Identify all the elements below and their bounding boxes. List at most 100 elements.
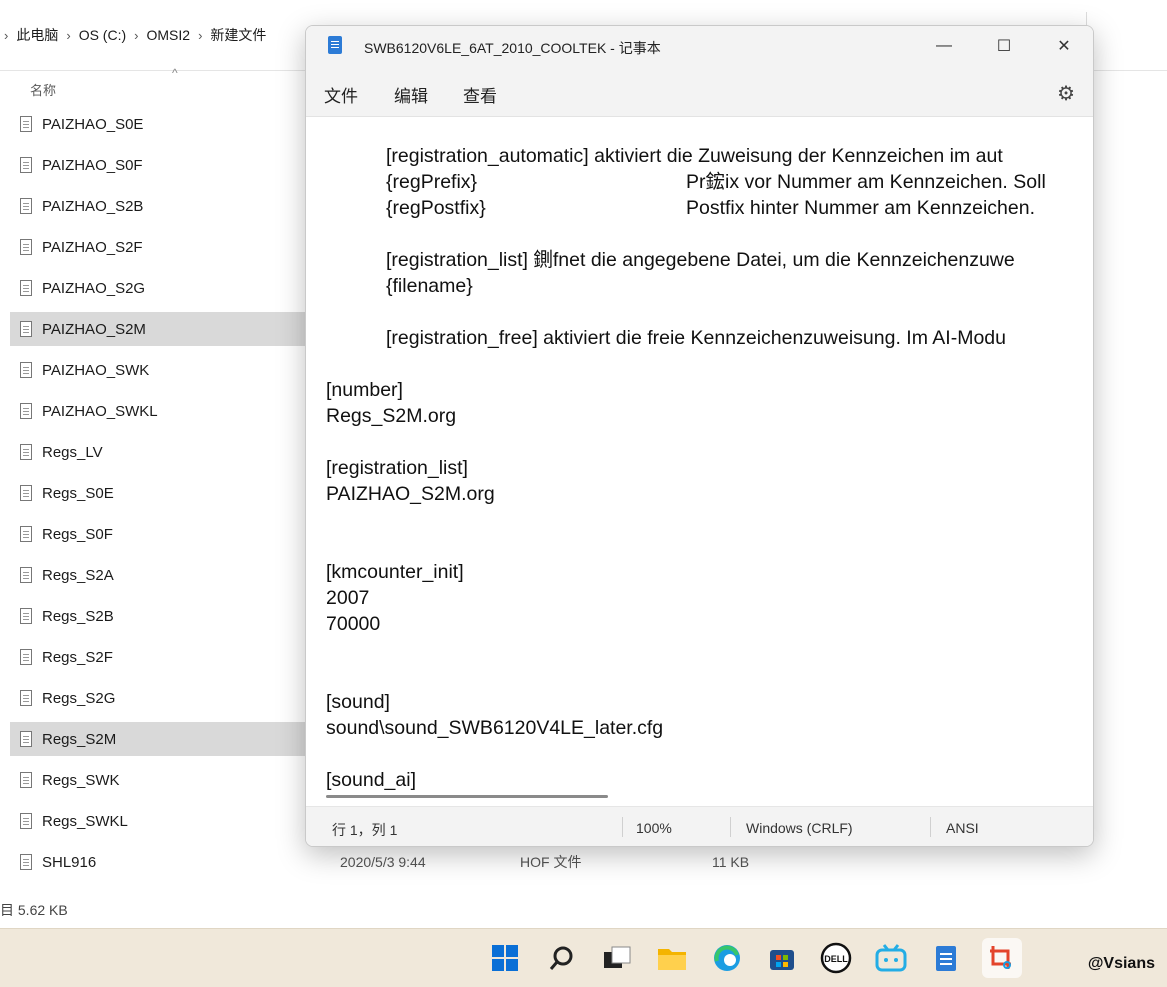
file-icon (20, 157, 32, 173)
file-icon (20, 854, 32, 870)
cursor-position: 行 1，列 1 (332, 822, 398, 838)
text-line: sound\sound_SWB6120V4LE_later.cfg (326, 717, 664, 739)
breadcrumb: › 此电脑 › OS (C:) › OMSI2 › 新建文件 (0, 24, 270, 46)
file-icon (20, 813, 32, 829)
window-title: SWB6120V6LE_6AT_2010_COOLTEK - 记事本 (364, 40, 661, 56)
status-divider (930, 817, 931, 837)
file-row[interactable]: Regs_S0F (10, 517, 310, 551)
search-icon[interactable] (545, 941, 579, 975)
file-name: Regs_S0F (42, 525, 113, 543)
maximize-icon: ☐ (996, 38, 1012, 55)
text-line: {regPrefix} (386, 171, 478, 193)
notepad-taskbar-icon[interactable] (929, 941, 963, 975)
file-name: Regs_SWKL (42, 812, 128, 830)
file-row[interactable]: Regs_S2A (10, 558, 310, 592)
chevron-right-icon: › (134, 27, 139, 43)
maximize-button[interactable]: ☐ (974, 26, 1034, 66)
explorer-status-text: 目 5.62 KB (0, 902, 68, 918)
taskbar: DELL @Vsians (0, 928, 1167, 987)
file-row[interactable]: Regs_S0E (10, 476, 310, 510)
file-name: PAIZHAO_S2G (42, 279, 146, 297)
file-row[interactable]: SHL916 (10, 845, 310, 879)
text-line: Postfix hinter Nummer am Kennzeichen. (686, 197, 1035, 219)
file-icon (20, 198, 32, 214)
encoding: ANSI (946, 820, 979, 836)
file-name: Regs_S2M (42, 730, 117, 748)
file-icon (20, 485, 32, 501)
file-row[interactable]: Regs_S2F (10, 640, 310, 674)
file-row[interactable]: Regs_S2G (10, 681, 310, 715)
menu-file[interactable]: 文件 (324, 82, 358, 107)
status-bar: 行 1，列 1 100% Windows (CRLF) ANSI (306, 806, 1093, 846)
file-row[interactable]: PAIZHAO_S2G (10, 271, 310, 305)
file-name: Regs_S0E (42, 484, 114, 502)
file-name: PAIZHAO_S0E (42, 115, 144, 133)
file-row[interactable]: Regs_S2B (10, 599, 310, 633)
status-divider (730, 817, 731, 837)
breadcrumb-item-omsi2[interactable]: OMSI2 (142, 27, 194, 43)
file-name: PAIZHAO_S0F (42, 156, 143, 174)
windows-start-icon[interactable] (488, 941, 522, 975)
chevron-right-icon: › (4, 27, 9, 43)
close-button[interactable]: ✕ (1034, 26, 1093, 66)
chevron-right-icon: › (198, 27, 203, 43)
file-row[interactable]: Regs_SWKL (10, 804, 310, 838)
breadcrumb-item-os-c[interactable]: OS (C:) (75, 27, 130, 43)
file-row[interactable]: PAIZHAO_S0F (10, 148, 310, 182)
snipping-tool-icon[interactable] (982, 938, 1022, 978)
watermark-text: @Vsians (1087, 955, 1155, 972)
settings-gear-icon[interactable]: ⚙ (1057, 81, 1075, 106)
horizontal-scrollbar[interactable] (326, 795, 608, 798)
file-name: SHL916 (42, 853, 97, 871)
file-type: HOF 文件 (520, 854, 582, 870)
file-row-selected[interactable]: PAIZHAO_S2M (10, 312, 310, 346)
text-editor-area[interactable]: [registration_automatic] aktiviert die Z… (306, 117, 1093, 805)
file-explorer-icon[interactable] (655, 941, 689, 975)
file-row[interactable]: PAIZHAO_S2F (10, 230, 310, 264)
microsoft-store-icon[interactable] (765, 941, 799, 975)
text-line: [registration_list] (326, 457, 468, 479)
file-icon (20, 403, 32, 419)
column-header-name[interactable]: 名称 (30, 80, 56, 99)
file-icon (20, 280, 32, 296)
text-line: [registration_automatic] aktiviert die Z… (386, 145, 1003, 167)
svg-text:DELL: DELL (824, 954, 848, 964)
text-line: {filename} (386, 275, 473, 297)
file-icon (20, 731, 32, 747)
file-row[interactable]: PAIZHAO_SWKL (10, 394, 310, 428)
file-row[interactable]: PAIZHAO_SWK (10, 353, 310, 387)
file-name: PAIZHAO_S2M (42, 320, 146, 338)
task-view-icon[interactable] (600, 941, 634, 975)
file-name: PAIZHAO_S2F (42, 238, 143, 256)
text-line: PAIZHAO_S2M.org (326, 483, 495, 505)
file-icon (20, 526, 32, 542)
file-name: PAIZHAO_S2B (42, 197, 144, 215)
file-row[interactable]: PAIZHAO_S0E (10, 107, 310, 141)
chevron-right-icon: › (66, 27, 71, 43)
file-row[interactable]: Regs_SWK (10, 763, 310, 797)
breadcrumb-item-new-folder[interactable]: 新建文件 (206, 25, 270, 45)
notepad-app-icon (328, 36, 342, 54)
file-row[interactable]: PAIZHAO_S2B (10, 189, 310, 223)
text-line: 70000 (326, 613, 381, 635)
edge-browser-icon[interactable] (710, 941, 744, 975)
file-size: 11 KB (712, 854, 750, 870)
title-bar[interactable]: SWB6120V6LE_6AT_2010_COOLTEK - 记事本 — ☐ ✕ (306, 26, 1093, 68)
menu-edit[interactable]: 编辑 (394, 82, 428, 107)
file-row-selected[interactable]: Regs_S2M (10, 722, 310, 756)
text-line: Regs_S2M.org (326, 405, 457, 427)
file-icon (20, 362, 32, 378)
dell-icon[interactable]: DELL (819, 941, 853, 975)
file-name: Regs_S2A (42, 566, 114, 584)
notepad-window: SWB6120V6LE_6AT_2010_COOLTEK - 记事本 — ☐ ✕… (305, 25, 1094, 847)
text-line: [kmcounter_init] (326, 561, 464, 583)
text-line: [sound] (326, 691, 390, 713)
text-line: [number] (326, 379, 403, 401)
text-line: [registration_free] aktiviert die freie … (386, 327, 1006, 349)
menu-view[interactable]: 查看 (463, 82, 497, 107)
bilibili-icon[interactable] (874, 941, 908, 975)
minimize-button[interactable]: — (914, 26, 974, 66)
search-box[interactable] (1086, 12, 1167, 56)
breadcrumb-item-this-pc[interactable]: 此电脑 (12, 25, 62, 45)
file-row[interactable]: Regs_LV (10, 435, 310, 469)
